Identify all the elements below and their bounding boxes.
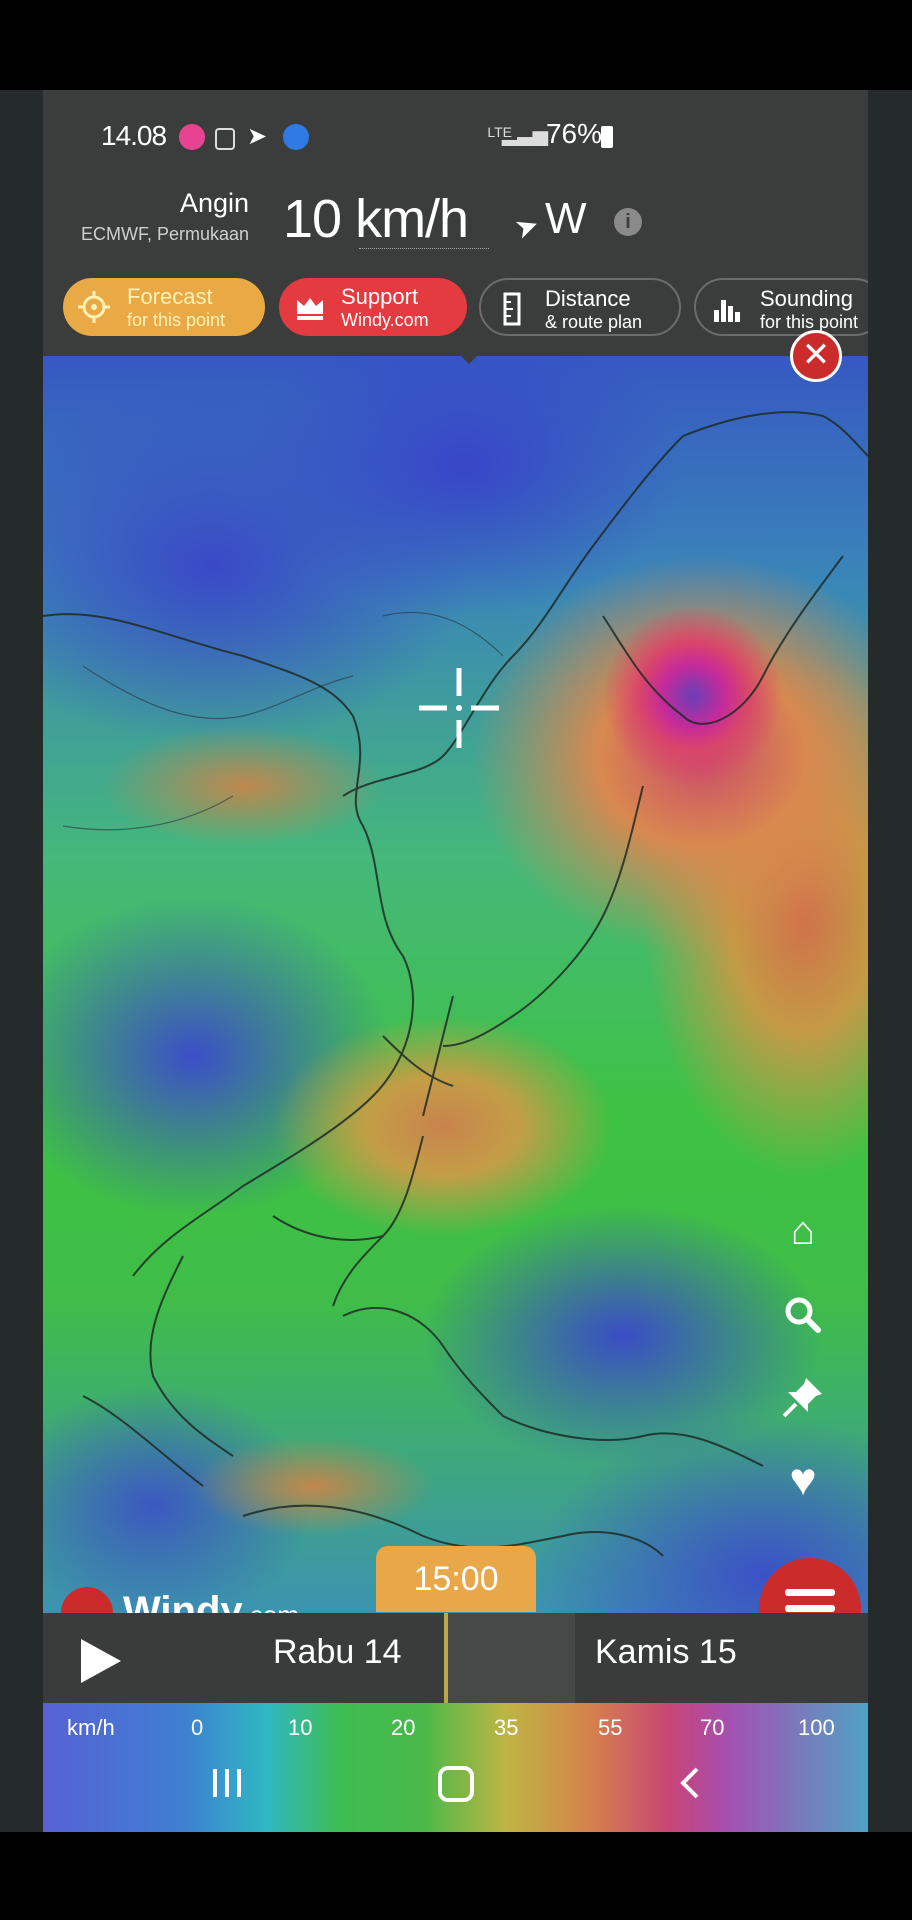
- lock-icon: [215, 128, 235, 150]
- crown-icon: [297, 298, 323, 320]
- support-subtitle: Windy.com: [341, 310, 429, 330]
- support-title: Support: [341, 284, 419, 309]
- info-icon[interactable]: i: [614, 208, 642, 236]
- wind-map[interactable]: ⌂ ♥ Windy.com: [43, 356, 868, 1613]
- distance-button[interactable]: Distance & route plan: [479, 278, 681, 336]
- wind-direction: W: [545, 194, 587, 243]
- legend-value: 0: [191, 1715, 204, 1740]
- back-icon[interactable]: [673, 1765, 709, 1801]
- current-time-bubble[interactable]: 15:00: [376, 1546, 536, 1612]
- status-bar: 14.08 ➤ LTE ▂▃▅ 76%: [43, 90, 868, 186]
- legend-value: 10: [288, 1715, 313, 1740]
- wind-speed-value: 10 km/h: [283, 189, 469, 249]
- layer-label[interactable]: Angin: [180, 188, 249, 219]
- home-icon[interactable]: ⌂: [780, 1208, 826, 1254]
- support-button[interactable]: Support Windy.com: [279, 278, 467, 336]
- sounding-title: Sounding: [760, 286, 853, 311]
- signal-icon: ▂▃▅: [501, 124, 548, 146]
- left-edge: [0, 90, 43, 1832]
- forecast-subtitle: for this point: [127, 310, 226, 330]
- app-store-icon: [283, 124, 309, 150]
- sounding-button[interactable]: Sounding for this point: [694, 278, 868, 336]
- crosshair-icon: [419, 668, 499, 748]
- map-pointer: [457, 352, 481, 364]
- play-icon[interactable]: [81, 1639, 121, 1683]
- search-icon[interactable]: [780, 1292, 826, 1338]
- logo-brand: Windy: [123, 1589, 243, 1613]
- right-edge: [868, 90, 912, 1832]
- timeline-current-segment: [447, 1613, 575, 1703]
- app-screen: 14.08 ➤ LTE ▂▃▅ 76% Angin ECMWF, Permuka…: [43, 90, 868, 1832]
- legend-value: 20: [391, 1715, 416, 1740]
- telegram-icon: ➤: [247, 123, 268, 150]
- timeline-bar[interactable]: Rabu 14 Kamis 15: [43, 1613, 868, 1703]
- distance-title: Distance: [545, 286, 631, 311]
- wind-legend: km/h 0 10 20 35 55 70 100: [43, 1703, 868, 1832]
- day-label-2[interactable]: Kamis 15: [595, 1633, 737, 1672]
- forecast-title: Forecast: [127, 284, 213, 309]
- distance-subtitle: & route plan: [545, 312, 643, 332]
- ruler-icon: [503, 292, 521, 326]
- logo-domain: .com: [243, 1600, 299, 1613]
- timeline-marker[interactable]: [444, 1613, 448, 1703]
- speed-underline: [359, 248, 489, 249]
- battery-percentage: 76%: [545, 118, 602, 149]
- close-button[interactable]: ✕: [790, 330, 842, 382]
- menu-line: [785, 1589, 835, 1596]
- legend-value: 55: [598, 1715, 623, 1740]
- pin-icon[interactable]: [780, 1374, 826, 1420]
- recent-apps-icon[interactable]: [209, 1765, 245, 1801]
- legend-value: 70: [700, 1715, 725, 1740]
- wind-direction-arrow-icon: ➤: [510, 207, 544, 246]
- app-notification-icon: [179, 124, 205, 150]
- forecast-button[interactable]: Forecast for this point: [63, 278, 265, 336]
- home-nav-icon[interactable]: [437, 1765, 475, 1803]
- menu-line: [785, 1605, 835, 1612]
- legend-unit: km/h: [67, 1715, 115, 1740]
- bar-chart-icon: [714, 300, 740, 322]
- heart-icon[interactable]: ♥: [780, 1456, 826, 1502]
- model-label[interactable]: ECMWF, Permukaan: [81, 224, 249, 245]
- coastlines: [43, 411, 868, 1557]
- status-time: 14.08: [101, 120, 167, 151]
- day-label-1[interactable]: Rabu 14: [273, 1633, 402, 1672]
- legend-value: 35: [494, 1715, 519, 1740]
- battery-icon: [601, 126, 613, 148]
- windy-logo-text: Windy.com: [123, 1589, 299, 1613]
- crosshair-target-icon: [78, 291, 110, 323]
- legend-value: 100: [798, 1715, 835, 1740]
